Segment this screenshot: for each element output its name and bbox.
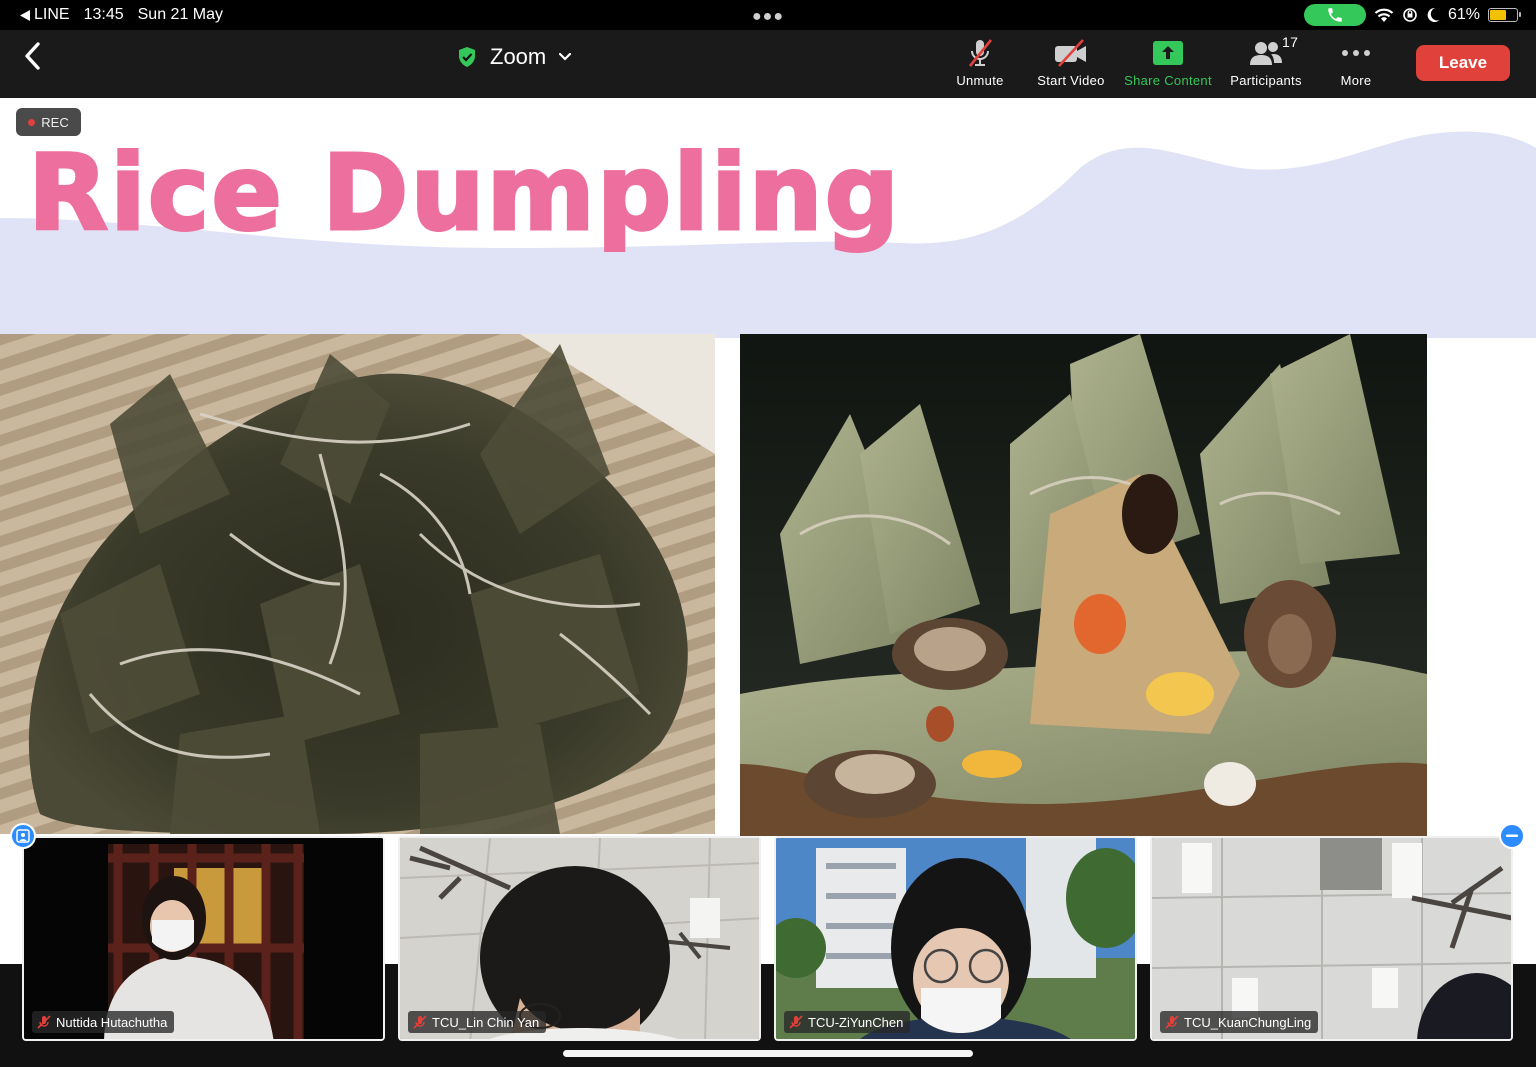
muted-mic-icon [1165, 1015, 1179, 1029]
status-bar: LINE 13:45 Sun 21 May ●●● 61% [0, 0, 1536, 30]
video-off-icon [1055, 39, 1086, 67]
encryption-shield-icon [459, 47, 475, 67]
muted-mic-icon [413, 1015, 427, 1029]
participants-icon [1250, 42, 1282, 65]
multitasking-dots-icon[interactable]: ●●● [752, 8, 784, 26]
minus-icon [1506, 834, 1518, 837]
participant-tile-3[interactable]: TCU-ZiYunChen [774, 836, 1137, 1041]
battery-icon [1488, 8, 1521, 22]
meeting-toolbar: Zoom Unmute Start Video Share Content 17… [0, 30, 1536, 98]
start-video-label: Start Video [1037, 73, 1105, 88]
back-triangle-icon [20, 9, 30, 21]
recording-indicator: REC [16, 108, 81, 136]
slide-title: Rice Dumpling [26, 131, 902, 256]
participant-name: TCU_KuanChungLing [1184, 1014, 1312, 1030]
status-time: 13:45 [83, 6, 124, 23]
minimize-gallery-button[interactable] [1499, 823, 1525, 849]
participant-name-tag: Nuttida Hutachutha [32, 1011, 175, 1033]
back-to-app-link[interactable]: LINE [20, 6, 70, 24]
status-date: Sun 21 May [137, 6, 224, 23]
dumpling-cut-open-photo [740, 334, 1427, 836]
meeting-title[interactable]: Zoom [456, 44, 572, 70]
participant-tile-2[interactable]: TCU_Lin Chin Yan [398, 836, 761, 1041]
more-label: More [1340, 73, 1372, 88]
share-screen-icon [1153, 41, 1183, 65]
participant-name: TCU_Lin Chin Yan [432, 1014, 540, 1030]
participant-name: TCU-ZiYunChen [808, 1014, 904, 1030]
participants-count: 17 [1282, 34, 1299, 50]
shared-screen: REC Rice Dumpling [0, 98, 1536, 964]
home-indicator[interactable] [563, 1050, 973, 1057]
more-dots-icon [1342, 50, 1370, 56]
person-icon [16, 829, 30, 843]
orientation-lock-icon [1403, 8, 1417, 22]
dumplings-bunch-photo [0, 334, 715, 834]
leave-button[interactable]: Leave [1416, 45, 1510, 81]
meeting-title-label: Zoom [490, 44, 547, 69]
participant-tile-1[interactable]: Nuttida Hutachutha [22, 836, 385, 1041]
share-content-button[interactable]: Share Content [1122, 36, 1214, 88]
start-video-button[interactable]: Start Video [1025, 36, 1117, 88]
participant-name-tag: TCU_KuanChungLing [1160, 1011, 1319, 1033]
more-button[interactable]: More [1310, 36, 1402, 88]
participant-name-tag: TCU-ZiYunChen [784, 1011, 911, 1033]
muted-mic-icon [37, 1015, 51, 1029]
participant-tile-4[interactable]: TCU_KuanChungLing [1150, 836, 1513, 1041]
participant-name-tag: TCU_Lin Chin Yan [408, 1011, 547, 1033]
recording-label: REC [41, 114, 69, 130]
back-app-label: LINE [34, 6, 70, 23]
gallery-view-button[interactable] [10, 823, 36, 849]
participant-name: Nuttida Hutachutha [56, 1014, 168, 1030]
moon-icon [1427, 7, 1440, 22]
microphone-muted-icon [968, 39, 993, 67]
recording-dot-icon [28, 118, 36, 126]
phone-icon [1328, 8, 1342, 22]
battery-percent: 61% [1447, 6, 1480, 23]
chevron-down-icon [559, 52, 572, 61]
wifi-icon [1374, 8, 1394, 22]
unmute-label: Unmute [956, 73, 1004, 88]
participants-label: Participants [1230, 73, 1302, 88]
active-call-pill[interactable] [1303, 4, 1366, 26]
muted-mic-icon [789, 1015, 803, 1029]
participants-button[interactable]: 17 Participants [1220, 34, 1312, 88]
back-chevron-icon[interactable] [18, 38, 48, 74]
unmute-button[interactable]: Unmute [934, 36, 1026, 88]
share-content-label: Share Content [1124, 73, 1212, 88]
